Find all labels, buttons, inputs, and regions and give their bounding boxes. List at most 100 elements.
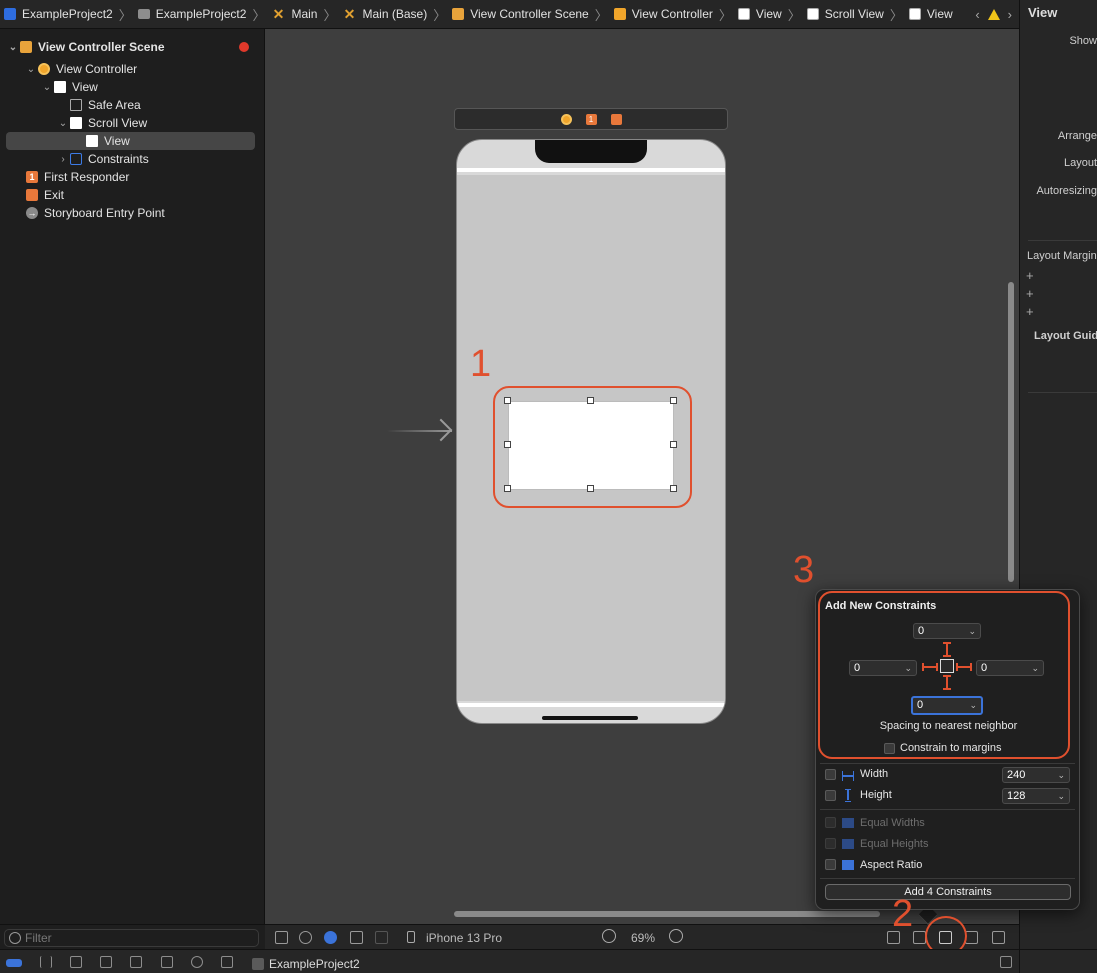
chevron-left-icon[interactable]: ‹ [975,7,979,22]
equal-heights-icon [842,839,854,849]
chevron-right-icon: 〉 [118,7,132,23]
view-icon [737,8,750,20]
safe-area-top [457,168,725,172]
view-hierarchy-icon[interactable] [161,956,173,968]
annotation-box-3 [818,591,1070,759]
equal-heights-checkbox[interactable] [825,838,836,849]
chevron-right-icon: 〉 [323,7,337,23]
outline-filter-bar: Filter [0,924,265,949]
view-controller-icon[interactable] [560,113,572,125]
disclosure-open-icon[interactable]: ⌄ [40,82,54,93]
add-constraints-button[interactable]: Add 4 Constraints [825,884,1071,900]
storyboard-icon: ✕ [343,6,356,22]
chevron-right-icon: 〉 [594,7,608,23]
add-icon[interactable]: + [1026,268,1034,283]
breadcrumb-content-view[interactable]: View [908,0,953,29]
outline-item-view-controller[interactable]: ⌄ View Controller [6,60,255,78]
aspect-ratio-checkbox[interactable] [825,859,836,870]
height-label: Height [860,789,892,801]
scroll-view-icon [70,117,82,129]
chevron-right-icon: 〉 [252,7,266,23]
breadcrumb-main-base[interactable]: ✕ Main (Base) 〉 [343,0,453,29]
document-outline: ⌄ View Controller Scene ⌄ View Controlle… [0,29,265,924]
memory-graph-icon[interactable] [191,956,203,968]
horizontal-scrollbar[interactable] [454,911,880,917]
inspector-layout-label: Layout [1063,157,1097,169]
outline-item-first-responder[interactable]: 1 First Responder [6,168,255,186]
appearance-icon[interactable] [324,931,337,944]
breadcrumb-scroll-view[interactable]: Scroll View 〉 [806,0,909,29]
safe-area-bottom [457,703,725,707]
width-checkbox[interactable] [825,769,836,780]
outline-item-view[interactable]: ⌄ View [6,78,255,96]
disclosure-closed-icon[interactable]: › [56,154,70,165]
entry-arrow-icon: → [26,207,38,219]
device-name[interactable]: iPhone 13 Pro [426,931,502,945]
step-out-icon[interactable] [130,956,142,968]
folder-icon [137,9,150,19]
toggle-console-icon[interactable] [6,959,22,967]
device-icon[interactable] [407,931,415,943]
step-over-icon[interactable] [70,956,82,968]
warning-icon[interactable] [987,9,1000,20]
outline-item-storyboard-entry-point[interactable]: → Storyboard Entry Point [6,204,255,222]
orientation-icon[interactable] [350,931,363,944]
add-icon[interactable]: + [1026,304,1034,319]
popover-divider [820,878,1075,879]
disclosure-open-icon[interactable]: ⌄ [24,64,38,75]
zoom-out-icon[interactable] [602,929,616,943]
issue-navigator-controls: ‹ › [975,0,1012,29]
add-icon[interactable]: + [1026,286,1034,301]
outline-item-content-view[interactable]: View [6,132,255,150]
view-icon [86,135,98,147]
breadcrumb-folder[interactable]: ExampleProject2 〉 [137,0,272,29]
embed-in-icon[interactable] [992,931,1005,944]
environment-overrides-icon[interactable] [221,956,233,968]
chevron-right-icon: 〉 [787,7,801,23]
scene-icon [20,41,32,53]
height-icon [845,789,851,802]
outline-item-scroll-view[interactable]: ⌄ Scroll View [6,114,255,132]
app-icon [252,958,264,970]
zoom-in-icon[interactable] [669,929,683,943]
equal-heights-label: Equal Heights [860,838,929,850]
breadcrumb-view-controller[interactable]: View Controller 〉 [613,0,738,29]
first-responder-icon[interactable]: 1 [585,113,597,125]
step-into-icon[interactable] [100,956,112,968]
exit-icon[interactable] [610,113,622,125]
width-icon [842,771,854,781]
disclosure-open-icon[interactable]: ⌄ [6,42,20,53]
filter-input[interactable]: Filter [4,929,259,947]
chevron-down-icon: ⌄ [1057,791,1065,801]
view-icon [908,8,921,20]
align-icon[interactable] [913,931,926,944]
height-value-field[interactable]: 128 ⌄ [1002,788,1070,804]
breadcrumb-project[interactable]: ExampleProject2 〉 [4,0,138,29]
chevron-right-icon[interactable]: › [1008,7,1012,22]
height-checkbox[interactable] [825,790,836,801]
breadcrumb-scene[interactable]: View Controller Scene 〉 [452,0,614,29]
chevron-down-icon: ⌄ [1057,770,1065,780]
accessibility-icon[interactable] [299,931,312,944]
vertical-scrollbar[interactable] [1008,282,1014,582]
outline-item-view-controller-scene[interactable]: ⌄ View Controller Scene [6,38,255,56]
inspector-divider [1028,392,1097,393]
outline-item-constraints[interactable]: › Constraints [6,150,255,168]
outline-item-safe-area[interactable]: Safe Area [6,96,255,114]
disclosure-open-icon[interactable]: ⌄ [56,118,70,129]
split-icon[interactable] [375,931,388,944]
outline-item-exit[interactable]: Exit [6,186,255,204]
equal-widths-checkbox[interactable] [825,817,836,828]
pause-icon[interactable] [40,956,52,968]
zoom-level[interactable]: 69% [631,931,655,945]
debug-target-label[interactable]: ExampleProject2 [269,957,360,971]
toggle-outline-icon[interactable] [275,931,288,944]
toggle-panel-icon[interactable] [1000,956,1012,968]
width-value-field[interactable]: 240 ⌄ [1002,767,1070,783]
width-label: Width [860,768,889,780]
breadcrumb-main[interactable]: ✕ Main 〉 [271,0,342,29]
breadcrumb-view[interactable]: View 〉 [737,0,807,29]
chevron-right-icon: 〉 [889,7,903,23]
scroll-view-icon [806,8,819,20]
view-icon [54,81,66,93]
